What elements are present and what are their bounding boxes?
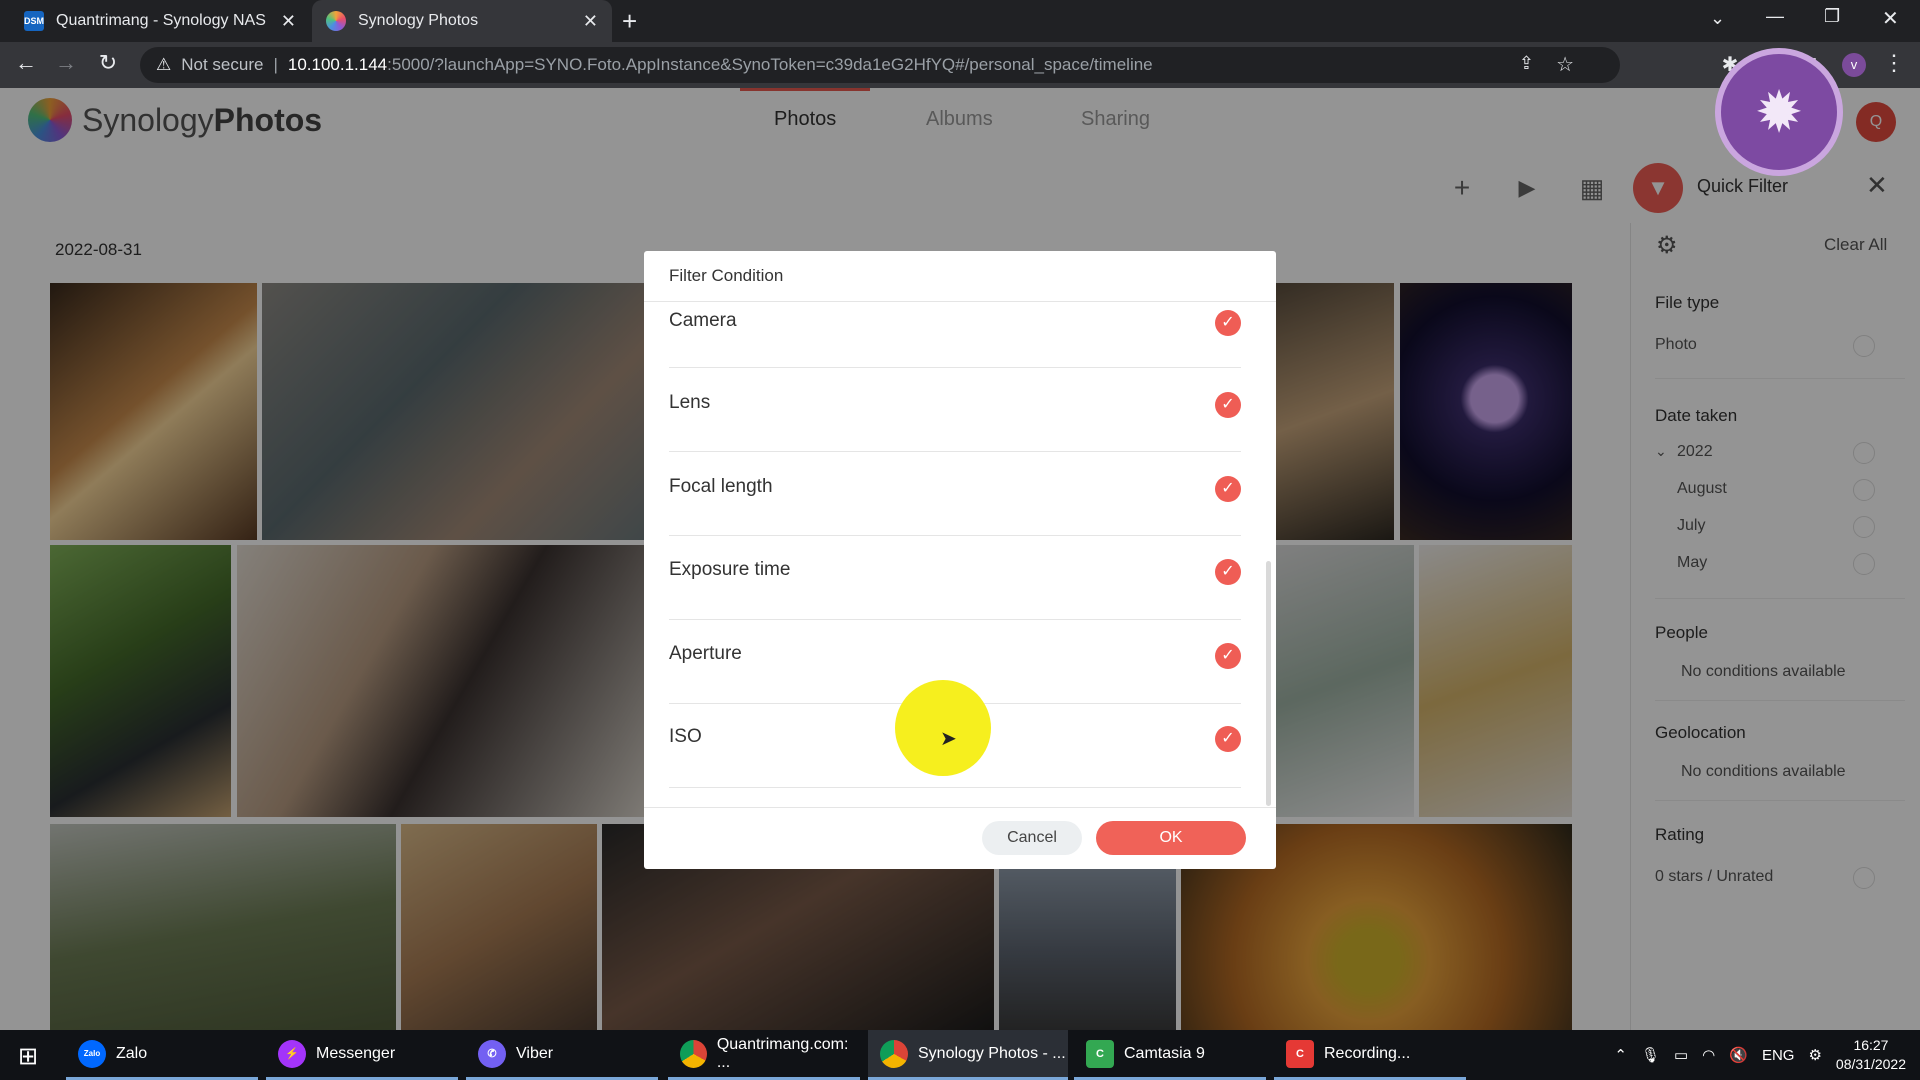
option-camera[interactable]: Camera ✓: [669, 306, 1241, 368]
taskbar-label: Zalo: [116, 1044, 148, 1062]
windows-start-icon[interactable]: ⊞: [18, 1042, 38, 1071]
camtasia-icon: C: [1086, 1039, 1114, 1068]
dialog-scrollbar[interactable]: [1266, 561, 1271, 806]
browser-tab-synology-photos[interactable]: Synology Photos ✕: [312, 0, 612, 42]
warning-icon: ⚠: [156, 55, 172, 74]
taskbar-label: Messenger: [316, 1044, 396, 1062]
url-path: :5000/?launchApp=SYNO.Foto.AppInstance&S…: [387, 55, 1153, 74]
new-tab-icon[interactable]: +: [622, 6, 637, 37]
checkmark-icon[interactable]: ✓: [1215, 476, 1241, 502]
taskbar-recording[interactable]: C Recording...: [1274, 1030, 1466, 1080]
tab-search-icon[interactable]: ⌄: [1710, 8, 1725, 29]
filter-condition-dialog: Filter Condition Camera ✓ Lens ✓ Focal l…: [644, 251, 1276, 869]
zalo-icon: Zalo: [78, 1039, 106, 1068]
taskbar-label: Viber: [516, 1044, 554, 1062]
taskbar-messenger[interactable]: ⚡ Messenger: [266, 1030, 458, 1080]
taskbar-viber[interactable]: ✆ Viber: [466, 1030, 658, 1080]
mouse-cursor-icon: ➤: [940, 728, 957, 750]
divider: |: [273, 55, 278, 74]
option-label: Aperture: [669, 643, 742, 664]
battery-icon[interactable]: ▭: [1674, 1046, 1688, 1064]
taskbar-label: Synology Photos - ...: [918, 1044, 1066, 1062]
divider: [644, 301, 1276, 302]
bookmark-star-icon[interactable]: ☆: [1556, 52, 1574, 77]
language-indicator[interactable]: ENG: [1762, 1047, 1795, 1064]
wifi-icon[interactable]: ◠: [1702, 1046, 1715, 1064]
option-lens[interactable]: Lens ✓: [669, 368, 1241, 452]
option-exposure-time[interactable]: Exposure time ✓: [669, 536, 1241, 620]
chrome-icon: [680, 1039, 707, 1068]
back-icon[interactable]: ←: [6, 50, 46, 76]
taskbar-camtasia[interactable]: C Camtasia 9: [1074, 1030, 1266, 1080]
minimize-icon[interactable]: —: [1766, 6, 1784, 27]
dialog-title: Filter Condition: [669, 266, 784, 285]
system-tray: ⌃ 🎙 ▭ ◠ 🔇 ENG ⚙ 16:27 08/31/2022: [1614, 1030, 1906, 1080]
checkmark-icon[interactable]: ✓: [1215, 392, 1241, 418]
microphone-icon[interactable]: 🎙: [1641, 1046, 1660, 1064]
taskbar-chrome-synology-photos[interactable]: Synology Photos - ...: [868, 1030, 1068, 1080]
forward-icon[interactable]: →: [46, 50, 86, 76]
window-close-icon[interactable]: ✕: [1882, 6, 1899, 31]
volume-muted-icon[interactable]: 🔇: [1729, 1046, 1748, 1064]
reload-icon[interactable]: ↻: [88, 50, 128, 76]
close-icon[interactable]: ✕: [583, 11, 598, 32]
browser-toolbar: ← → ↻ ⚠ Not secure | 10.100.1.144 :5000/…: [0, 42, 1920, 88]
windows-taskbar: ⊞ Zalo Zalo ⚡ Messenger ✆ Viber Quantrim…: [0, 1030, 1920, 1080]
clock-time: 16:27: [1853, 1037, 1889, 1053]
taskbar-zalo[interactable]: Zalo Zalo: [66, 1030, 258, 1080]
checkmark-icon[interactable]: ✓: [1215, 643, 1241, 669]
taskbar-label: Recording...: [1324, 1044, 1411, 1062]
chrome-icon: [880, 1039, 908, 1068]
checkmark-icon[interactable]: ✓: [1215, 559, 1241, 585]
taskbar-label: Camtasia 9: [1124, 1044, 1205, 1062]
tab-title: Quantrimang - Synology NAS: [56, 12, 266, 29]
lightbulb-icon: ✹: [1715, 48, 1843, 176]
restore-icon[interactable]: ❐: [1824, 6, 1840, 27]
viber-icon: ✆: [478, 1039, 506, 1068]
close-icon[interactable]: ✕: [281, 11, 296, 32]
url-host: 10.100.1.144: [287, 55, 388, 74]
taskbar-label: Quantrimang.com: ...: [716, 1035, 849, 1071]
checkmark-icon[interactable]: ✓: [1215, 310, 1241, 336]
checkmark-icon[interactable]: ✓: [1215, 726, 1241, 752]
recording-icon: C: [1286, 1039, 1314, 1068]
profile-avatar[interactable]: v: [1842, 53, 1866, 77]
ok-button[interactable]: OK: [1096, 821, 1246, 855]
share-icon[interactable]: ⇪: [1519, 53, 1534, 74]
synology-photos-icon: [326, 11, 346, 31]
show-hidden-icons-icon[interactable]: ⌃: [1614, 1046, 1627, 1064]
clock[interactable]: 16:27 08/31/2022: [1836, 1036, 1906, 1074]
cancel-button[interactable]: Cancel: [982, 821, 1082, 855]
divider: [644, 807, 1276, 808]
dsm-icon: DSM: [24, 11, 44, 31]
browser-menu-icon[interactable]: ⋮: [1874, 50, 1914, 76]
option-label: Exposure time: [669, 559, 791, 580]
security-label: Not secure: [181, 55, 264, 74]
clock-date: 08/31/2022: [1835, 1056, 1906, 1072]
messenger-icon: ⚡: [278, 1039, 306, 1068]
gear-icon[interactable]: ⚙: [1808, 1046, 1821, 1064]
address-bar[interactable]: ⚠ Not secure | 10.100.1.144 :5000/?launc…: [140, 47, 1620, 83]
option-label: Lens: [669, 392, 711, 413]
browser-tab-dsm[interactable]: DSM Quantrimang - Synology NAS ✕: [10, 0, 310, 42]
option-label: ISO: [669, 726, 702, 747]
option-focal-length[interactable]: Focal length ✓: [669, 452, 1241, 536]
taskbar-chrome-quantrimang[interactable]: Quantrimang.com: ...: [668, 1030, 860, 1080]
option-label: Focal length: [669, 476, 773, 497]
browser-tab-bar: DSM Quantrimang - Synology NAS ✕ Synolog…: [0, 0, 1920, 42]
option-label: Camera: [669, 310, 737, 331]
tab-title: Synology Photos: [358, 12, 479, 29]
